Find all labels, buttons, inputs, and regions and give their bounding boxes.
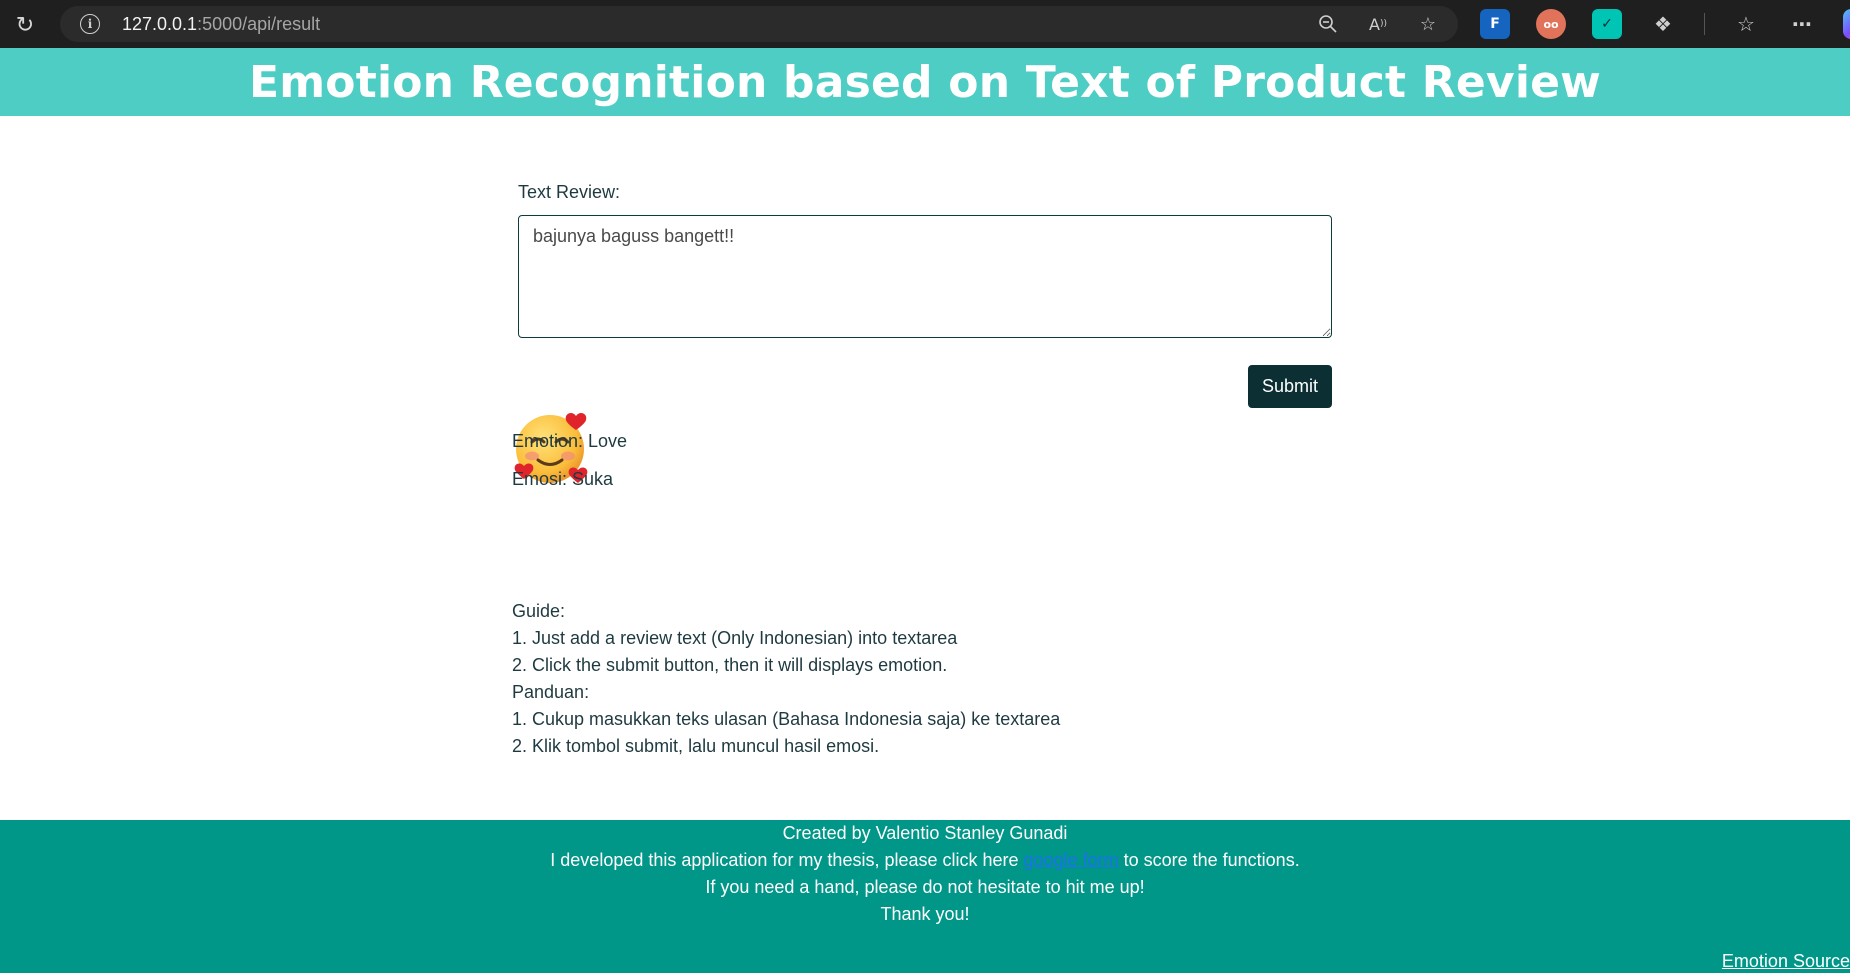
thesis-line: I developed this application for my thes…: [0, 847, 1850, 874]
panduan-step: 2. Klik tombol submit, lalu muncul hasil…: [512, 736, 880, 756]
review-textarea[interactable]: bajunya baguss bangett!!: [518, 215, 1332, 338]
guide-step: 1. Just add a review text (Only Indonesi…: [512, 628, 958, 648]
thanks-text: Thank you!: [880, 904, 970, 924]
submit-button[interactable]: Submit: [1248, 365, 1332, 408]
toolbar-divider: [1704, 13, 1705, 35]
page-title: Emotion Recognition based on Text of Pro…: [249, 56, 1601, 108]
emotion-result: Emotion: Love: [512, 431, 628, 451]
reload-icon[interactable]: ↻: [10, 10, 40, 40]
extension-icon[interactable]: ✓: [1592, 9, 1622, 39]
created-by-text: Created by Valentio Stanley Gunadi: [782, 823, 1068, 843]
info-icon[interactable]: i: [80, 14, 100, 34]
read-aloud-icon[interactable]: A)): [1366, 12, 1390, 36]
panduan-heading: Panduan:: [512, 682, 590, 702]
extensions-puzzle-icon[interactable]: ❖: [1648, 9, 1678, 39]
zoom-out-icon[interactable]: [1316, 12, 1340, 36]
favorite-star-icon[interactable]: ☆: [1416, 12, 1440, 36]
url-text[interactable]: 127.0.0.1:5000/api/result: [122, 14, 320, 35]
emotion-source-link[interactable]: Emotion Source: [1722, 949, 1850, 973]
guide-step: 2. Click the submit button, then it will…: [512, 655, 948, 675]
emosi-result: Emosi: Suka: [512, 469, 614, 489]
favorites-icon[interactable]: ☆: [1731, 9, 1761, 39]
copilot-icon[interactable]: [1843, 9, 1850, 39]
guide-heading: Guide:: [512, 601, 566, 621]
help-text: If you need a hand, please do not hesita…: [705, 877, 1145, 897]
panduan-step: 1. Cukup masukkan teks ulasan (Bahasa In…: [512, 709, 1061, 729]
url-path: :5000/api/result: [197, 13, 321, 34]
guide-section: Guide: 1. Just add a review text (Only I…: [512, 598, 1060, 760]
address-bar[interactable]: i 127.0.0.1:5000/api/result A)) ☆: [60, 6, 1458, 42]
thesis-suffix: to score the functions.: [1118, 850, 1300, 870]
google-form-link[interactable]: google form: [1024, 850, 1119, 870]
more-icon[interactable]: ⋯: [1787, 9, 1817, 39]
extension-icon[interactable]: F: [1480, 9, 1510, 39]
url-host: 127.0.0.1: [122, 13, 198, 34]
thesis-prefix: I developed this application for my thes…: [550, 850, 1024, 870]
main-content: Text Review: bajunya baguss bangett!! Su…: [0, 116, 1850, 820]
footer: Created by Valentio Stanley Gunadi I dev…: [0, 820, 1850, 973]
page-header: Emotion Recognition based on Text of Pro…: [0, 48, 1850, 116]
extension-icon[interactable]: oo: [1536, 9, 1566, 39]
text-review-label: Text Review:: [518, 182, 621, 202]
browser-toolbar: ↻ i 127.0.0.1:5000/api/result A)) ☆ F oo…: [0, 0, 1850, 48]
